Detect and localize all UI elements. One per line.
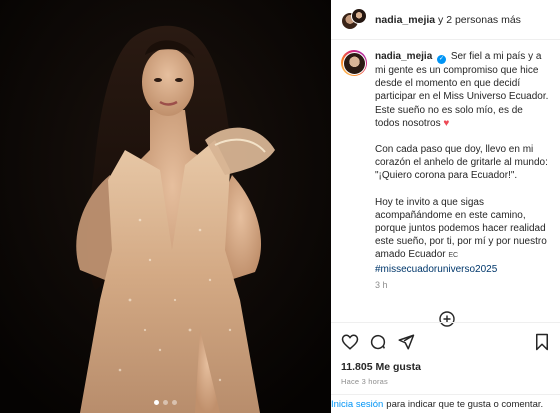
caption-paragraph-2: Con cada paso que doy, llevo en mi coraz… [375,144,548,182]
bookmark-icon[interactable] [534,333,550,351]
post-header: nadia_mejia y 2 personas más [331,0,560,40]
caption-text: nadia_mejia ✓ Ser fiel a mi país y a mi … [375,50,550,292]
login-prompt-text: para indicar que te gusta o comentar. [386,398,544,410]
likes-count[interactable]: 11.805 Me gusta [341,361,550,373]
caption-username[interactable]: nadia_mejia [375,51,432,62]
comment-icon[interactable] [369,333,387,351]
post-details: nadia_mejia y 2 personas más nadia_mejia… [331,0,560,413]
carousel-dots[interactable] [0,400,331,405]
woman-in-gown-image [0,0,331,413]
post-photo[interactable] [0,0,331,413]
action-bar: 11.805 Me gusta Hace 3 horas [331,322,560,386]
caption-block: nadia_mejia ✓ Ser fiel a mi país y a mi … [331,40,560,292]
caption-time: 3 h [375,279,388,290]
post-date: Hace 3 horas [341,377,389,386]
carousel-dot-active[interactable] [154,400,159,405]
header-username[interactable]: nadia_mejia [375,14,435,26]
header-authors[interactable]: nadia_mejia y 2 personas más [375,14,521,26]
ecuador-flag-icon: EC [448,252,459,260]
author-avatar[interactable] [341,50,367,76]
heart-icon[interactable] [341,333,359,351]
collab-avatars[interactable] [341,7,367,32]
header-others[interactable]: y 2 personas más [435,14,521,26]
avatar[interactable] [351,7,367,24]
verified-badge-icon: ✓ [437,55,447,64]
carousel-dot[interactable] [163,400,168,405]
share-icon[interactable] [397,333,415,351]
red-heart-icon: ♥ [443,117,450,129]
carousel-dot[interactable] [172,400,177,405]
hashtag-link[interactable]: #missecuadoruniverso2025 [375,264,497,275]
caption-paragraph-1: Ser fiel a mi país y a mi gente es un co… [375,51,549,129]
login-link[interactable]: Inicia sesión [331,399,383,410]
login-prompt: Inicia sesión para indicar que te gusta … [331,394,560,413]
caption-paragraph-3: Hoy te invito a que sigas acompañándome … [375,196,547,261]
